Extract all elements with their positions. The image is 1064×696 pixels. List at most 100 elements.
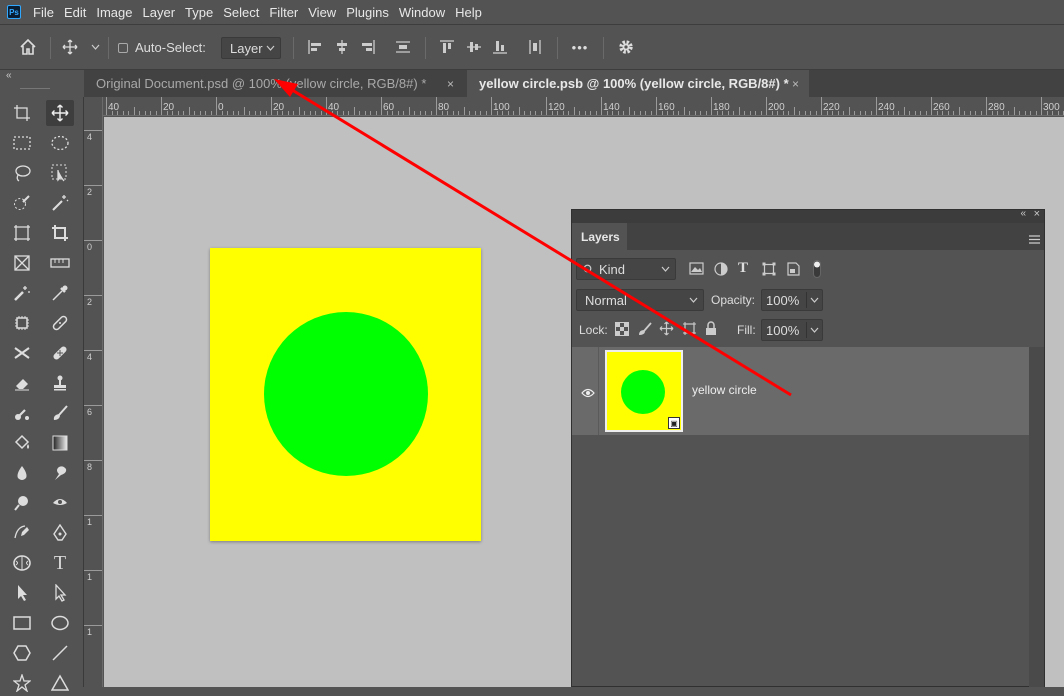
- magic-wand-icon[interactable]: [46, 190, 74, 216]
- eraser-icon[interactable]: [8, 370, 36, 396]
- brain-icon[interactable]: [8, 550, 36, 576]
- path-selection-icon[interactable]: [8, 580, 36, 606]
- rectangle-tool-icon[interactable]: [8, 610, 36, 636]
- eyedropper-icon[interactable]: [46, 280, 74, 306]
- lasso-tool-icon[interactable]: [8, 160, 36, 186]
- healing-brush-icon[interactable]: [46, 310, 74, 336]
- gear-icon[interactable]: [614, 25, 638, 69]
- chevron-down-icon[interactable]: [88, 25, 102, 69]
- collapse-panel-icon[interactable]: «: [6, 70, 12, 81]
- shape-layer-filter-icon[interactable]: [762, 262, 776, 281]
- move-tool-icon[interactable]: [46, 100, 74, 126]
- type-tool-icon[interactable]: T: [46, 550, 74, 576]
- lock-artboard-icon[interactable]: [682, 321, 697, 341]
- tab-original-document[interactable]: Original Document.psd @ 100% (yellow cir…: [84, 70, 464, 97]
- align-vertical-center-icon[interactable]: [463, 25, 485, 69]
- polygon-tool-icon[interactable]: [8, 640, 36, 666]
- filter-kind-select[interactable]: Kind: [576, 258, 676, 280]
- vertical-ruler[interactable]: 4 2 0 2 4 6 8 1 1 1: [84, 97, 103, 687]
- panel-titlebar[interactable]: « ×: [572, 208, 1044, 223]
- adjustment-layer-filter-icon[interactable]: [714, 262, 728, 281]
- pen-tool-icon[interactable]: [46, 520, 74, 546]
- menu-image[interactable]: Image: [96, 5, 132, 20]
- filter-toggle-icon[interactable]: [813, 260, 821, 283]
- type-layer-filter-icon[interactable]: T: [738, 260, 748, 277]
- spot-healing-icon[interactable]: [8, 280, 36, 306]
- align-horizontal-center-icon[interactable]: [331, 25, 353, 69]
- align-bottom-icon[interactable]: [489, 25, 511, 69]
- collapse-panel-icon[interactable]: «: [1020, 208, 1026, 219]
- smart-object-filter-icon[interactable]: [787, 262, 800, 281]
- close-icon[interactable]: ×: [792, 77, 799, 91]
- menu-view[interactable]: View: [308, 5, 336, 20]
- curvature-pen-icon[interactable]: [8, 520, 36, 546]
- lock-all-icon[interactable]: [705, 321, 717, 341]
- elliptical-marquee-icon[interactable]: [46, 130, 74, 156]
- auto-select-checkbox[interactable]: [118, 43, 128, 53]
- quick-selection-icon[interactable]: [8, 190, 36, 216]
- blur-icon[interactable]: [8, 460, 36, 486]
- move-tool-icon[interactable]: [58, 25, 82, 69]
- more-options-button[interactable]: •••: [566, 25, 594, 69]
- frame-placeholder-icon[interactable]: [8, 250, 36, 276]
- custom-shape-icon[interactable]: [8, 670, 36, 696]
- artboard-tool-icon[interactable]: [8, 100, 36, 126]
- menu-edit[interactable]: Edit: [64, 5, 86, 20]
- align-right-icon[interactable]: [357, 25, 379, 69]
- mixer-brush-icon[interactable]: [8, 400, 36, 426]
- gradient-icon[interactable]: [46, 430, 74, 456]
- ruler-tool-icon[interactable]: [46, 250, 74, 276]
- panel-menu-icon[interactable]: [1029, 231, 1040, 249]
- stamp-icon[interactable]: [46, 370, 74, 396]
- patch-tool-icon[interactable]: [46, 340, 74, 366]
- tab-yellow-circle[interactable]: yellow circle.psb @ 100% (yellow circle,…: [467, 70, 809, 97]
- menu-filter[interactable]: Filter: [269, 5, 298, 20]
- align-top-icon[interactable]: [436, 25, 458, 69]
- dodge-icon[interactable]: [8, 490, 36, 516]
- horizontal-ruler[interactable]: 40 20 0 20 40 60 80 100 120 140 160 180 200 220 240 260…: [103, 97, 1064, 116]
- crop-tool-icon[interactable]: [46, 220, 74, 246]
- menu-type[interactable]: Type: [185, 5, 213, 20]
- toolbar-grip[interactable]: [20, 88, 50, 89]
- red-eye-icon[interactable]: [8, 340, 36, 366]
- panel-scrollbar[interactable]: [1029, 347, 1044, 687]
- layer-thumbnail[interactable]: ▣: [605, 350, 683, 432]
- document-canvas[interactable]: [210, 248, 481, 541]
- lock-position-icon[interactable]: [659, 321, 674, 341]
- menu-help[interactable]: Help: [455, 5, 482, 20]
- burn-icon[interactable]: [46, 490, 74, 516]
- content-aware-icon[interactable]: [8, 310, 36, 336]
- paint-bucket-icon[interactable]: [8, 430, 36, 456]
- smudge-icon[interactable]: [46, 460, 74, 486]
- menu-select[interactable]: Select: [223, 5, 259, 20]
- menu-plugins[interactable]: Plugins: [346, 5, 389, 20]
- lock-image-pixels-icon[interactable]: [638, 322, 652, 341]
- distribute-vertical-icon[interactable]: [392, 25, 414, 69]
- eye-icon[interactable]: [581, 385, 595, 403]
- close-icon[interactable]: ×: [447, 77, 454, 91]
- line-tool-icon[interactable]: [46, 640, 74, 666]
- triangle-tool-icon[interactable]: [46, 670, 74, 696]
- opacity-field[interactable]: 100%: [761, 289, 823, 311]
- direct-selection-icon[interactable]: [46, 580, 74, 606]
- ellipse-tool-icon[interactable]: [46, 610, 74, 636]
- home-icon[interactable]: [14, 25, 42, 69]
- pixel-layer-filter-icon[interactable]: [689, 262, 704, 280]
- brush-icon[interactable]: [46, 400, 74, 426]
- fill-field[interactable]: 100%: [761, 319, 823, 341]
- menu-layer[interactable]: Layer: [143, 5, 176, 20]
- frame-tool-icon[interactable]: [8, 220, 36, 246]
- distribute-horizontal-icon[interactable]: [524, 25, 546, 69]
- align-left-icon[interactable]: [304, 25, 326, 69]
- menu-file[interactable]: File: [33, 5, 54, 20]
- tab-layers[interactable]: Layers: [572, 223, 627, 250]
- layer-group-select[interactable]: Layer: [221, 37, 281, 59]
- rectangular-marquee-icon[interactable]: [8, 130, 36, 156]
- lock-transparent-pixels-icon[interactable]: [615, 322, 629, 341]
- blend-mode-select[interactable]: Normal: [576, 289, 704, 311]
- menu-window[interactable]: Window: [399, 5, 445, 20]
- close-icon[interactable]: ×: [1034, 208, 1040, 220]
- layer-name[interactable]: yellow circle: [692, 383, 757, 397]
- object-selection-icon[interactable]: [46, 160, 74, 186]
- layer-row[interactable]: ▣ yellow circle: [572, 347, 1029, 435]
